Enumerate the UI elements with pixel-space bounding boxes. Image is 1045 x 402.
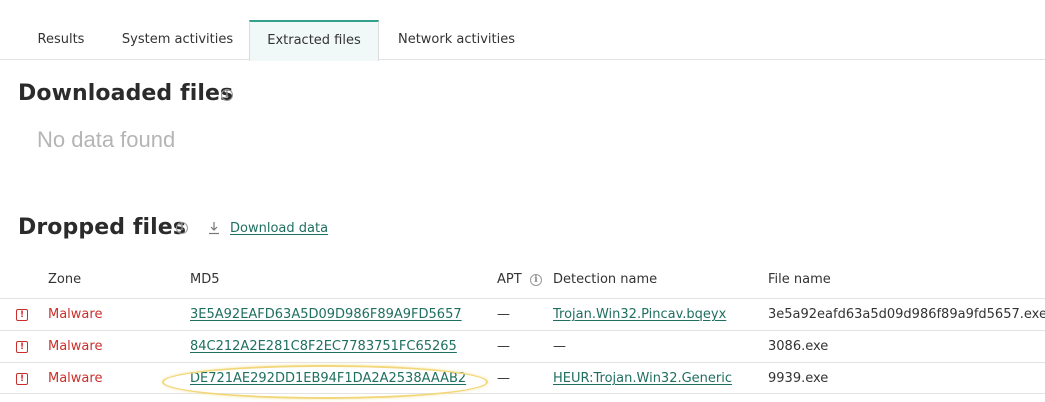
tab-network-activities[interactable]: Network activities bbox=[385, 20, 528, 60]
table-row: ! Malware DE721AE292DD1EB94F1DA2A2538AAA… bbox=[0, 362, 1045, 394]
apt-cell: — bbox=[497, 339, 510, 354]
column-header-apt[interactable]: APT bbox=[497, 272, 522, 287]
table-row: ! Malware 84C212A2E281C8F2EC7783751FC652… bbox=[0, 330, 1045, 362]
no-data-message: No data found bbox=[37, 127, 176, 152]
table-row: ! Malware 3E5A92EAFD63A5D09D986F89A9FD56… bbox=[0, 298, 1045, 330]
column-header-zone[interactable]: Zone bbox=[48, 272, 81, 287]
detection-name-cell: — bbox=[553, 339, 566, 354]
md5-link[interactable]: 3E5A92EAFD63A5D09D986F89A9FD5657 bbox=[190, 307, 462, 322]
md5-link[interactable]: DE721AE292DD1EB94F1DA2A2538AAAB2 bbox=[190, 371, 466, 386]
detection-name-link[interactable]: Trojan.Win32.Pincav.bqeyx bbox=[553, 307, 726, 322]
tab-results[interactable]: Results bbox=[22, 20, 100, 60]
tab-bar: Results System activities Extracted file… bbox=[0, 0, 1045, 61]
download-data-label: Download data bbox=[230, 220, 329, 236]
file-name-cell: 3086.exe bbox=[768, 339, 829, 354]
zone-cell: Malware bbox=[48, 339, 103, 354]
tab-extracted-files[interactable]: Extracted files bbox=[249, 20, 379, 61]
column-header-detection-name[interactable]: Detection name bbox=[553, 272, 657, 287]
detection-name-link[interactable]: HEUR:Trojan.Win32.Generic bbox=[553, 371, 732, 386]
md5-link[interactable]: 84C212A2E281C8F2EC7783751FC65265 bbox=[190, 339, 457, 354]
file-name-cell: 9939.exe bbox=[768, 371, 829, 386]
zone-cell: Malware bbox=[48, 307, 103, 322]
apt-cell: — bbox=[497, 307, 510, 322]
download-icon bbox=[209, 222, 219, 235]
info-icon[interactable]: i bbox=[221, 89, 233, 101]
dropped-files-title: Dropped files bbox=[18, 215, 187, 240]
info-icon[interactable]: i bbox=[176, 222, 188, 234]
zone-cell: Malware bbox=[48, 371, 103, 386]
apt-cell: — bbox=[497, 371, 510, 386]
file-name-cell: 3e5a92eafd63a5d09d986f89a9fd5657.exe bbox=[768, 307, 1045, 322]
malware-warning-icon: ! bbox=[16, 373, 28, 385]
column-header-file-name[interactable]: File name bbox=[768, 272, 831, 287]
tab-system-activities[interactable]: System activities bbox=[110, 20, 245, 60]
column-header-md5[interactable]: MD5 bbox=[190, 272, 220, 287]
malware-warning-icon: ! bbox=[16, 341, 28, 353]
download-data-link[interactable]: Download data bbox=[208, 219, 328, 237]
info-icon[interactable]: i bbox=[530, 274, 542, 286]
dropped-files-table: Zone MD5 APT i Detection name File name … bbox=[0, 262, 1045, 394]
table-header: Zone MD5 APT i Detection name File name bbox=[0, 262, 1045, 298]
downloaded-files-title: Downloaded files bbox=[18, 81, 234, 106]
malware-warning-icon: ! bbox=[16, 309, 28, 321]
